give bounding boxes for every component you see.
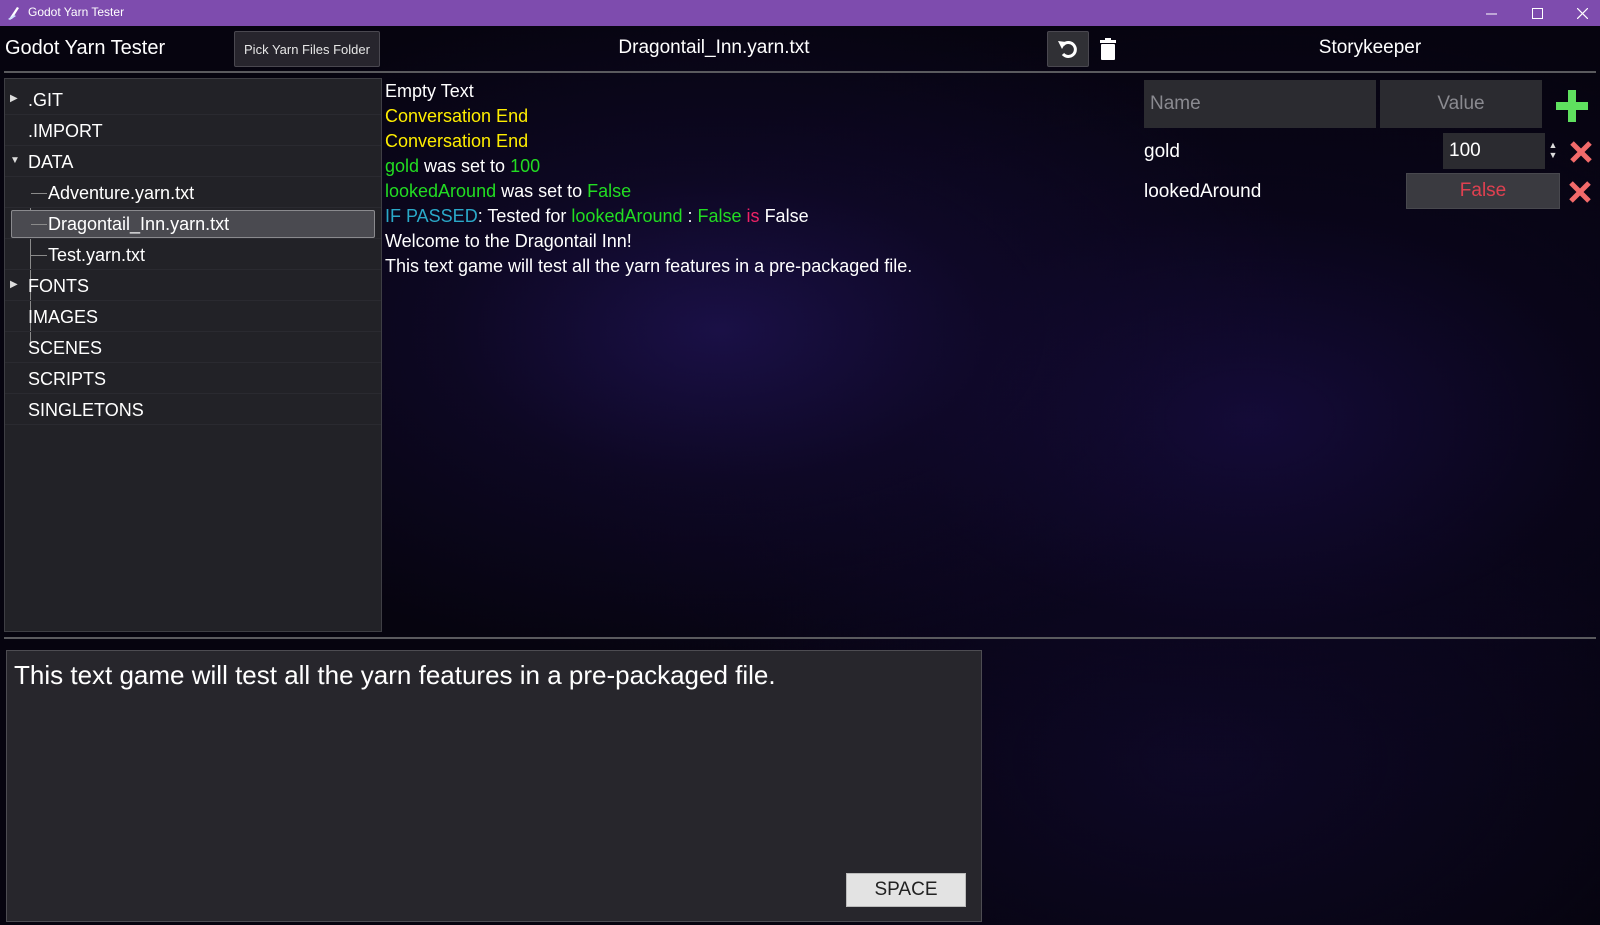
minimize-button[interactable] (1468, 0, 1514, 26)
dialogue-divider (4, 637, 1596, 639)
variable-name: lookedAround (1144, 181, 1262, 202)
tree-item-git[interactable]: ▶ .GIT (5, 84, 381, 115)
tree-connector-line (31, 193, 47, 194)
variable-bool-toggle[interactable]: False (1406, 173, 1560, 209)
log-line: Conversation End (385, 131, 529, 151)
tree-item-label: SCENES (28, 338, 103, 358)
tree-item-label: IMAGES (28, 307, 99, 327)
log-line: Conversation End (385, 106, 529, 126)
tree-item-label: DATA (28, 152, 74, 172)
file-tree[interactable]: ▶ .GIT .IMPORT ▼ DATA Adventure.yarn.txt… (4, 78, 382, 632)
variable-name: gold (1144, 141, 1180, 162)
undo-icon (1058, 41, 1077, 58)
tree-item-label: .GIT (28, 90, 63, 110)
expanded-arrow-icon[interactable]: ▼ (10, 155, 20, 166)
log-variable: lookedAround (571, 206, 683, 226)
log-text: : (682, 206, 698, 226)
log-line: Empty Text (385, 81, 474, 101)
tree-item-scenes[interactable]: SCENES (5, 332, 381, 363)
variable-number-field[interactable]: 100 (1443, 133, 1545, 169)
log-line: This text game will test all the yarn fe… (385, 256, 913, 276)
log-value: False (587, 181, 632, 201)
log-value: False (697, 206, 742, 226)
log-line: Welcome to the Dragontail Inn! (385, 231, 632, 251)
tree-item-data[interactable]: ▼ DATA (5, 146, 381, 177)
log-text: False (764, 206, 809, 226)
restart-button[interactable] (1047, 31, 1089, 67)
tree-item-singletons[interactable]: SINGLETONS (5, 394, 381, 425)
collapsed-arrow-icon[interactable]: ▶ (10, 93, 20, 104)
minimize-icon (1485, 13, 1497, 14)
tree-item-label: SCRIPTS (28, 369, 107, 389)
variable-value-input[interactable] (1380, 80, 1542, 128)
log-text: : Tested for (477, 206, 572, 226)
window-title: Godot Yarn Tester (28, 5, 125, 19)
tree-item-adventure[interactable]: Adventure.yarn.txt (5, 177, 381, 208)
log-variable: lookedAround (385, 181, 497, 201)
tree-item-label: Dragontail_Inn.yarn.txt (48, 214, 230, 234)
log-line: IF PASSED: Tested for lookedAround : Fal… (385, 204, 1105, 229)
godot-app-icon (8, 7, 19, 20)
window-titlebar[interactable]: Godot Yarn Tester (0, 0, 1600, 26)
tree-item-label: SINGLETONS (28, 400, 144, 420)
add-variable-icon[interactable] (1555, 89, 1589, 123)
pick-folder-button[interactable]: Pick Yarn Files Folder (234, 31, 380, 67)
log-operator: is (741, 206, 765, 226)
delete-variable-icon[interactable] (1569, 140, 1593, 164)
log-line: gold was set to 100 (385, 154, 1105, 179)
story-log: Empty Text Conversation End Conversation… (385, 79, 1105, 279)
tree-item-label: .IMPORT (28, 121, 103, 141)
spinner-arrows-icon[interactable]: ▲ ▼ (1548, 140, 1558, 162)
log-text: was set to (419, 156, 511, 176)
tree-connector-line (31, 224, 47, 225)
variable-name-input[interactable] (1144, 80, 1376, 128)
current-file-title: Dragontail_Inn.yarn.txt (618, 37, 810, 58)
toolbar-divider (4, 71, 1596, 73)
log-tag: IF PASSED (385, 206, 478, 226)
close-window-button[interactable] (1559, 0, 1600, 26)
storykeeper-title: Storykeeper (1318, 37, 1422, 58)
maximize-button[interactable] (1514, 0, 1560, 26)
log-value: 100 (510, 156, 541, 176)
clear-log-button[interactable] (1098, 36, 1118, 62)
tree-connector-line (31, 255, 47, 256)
delete-variable-icon[interactable] (1568, 180, 1592, 204)
tree-item-test[interactable]: Test.yarn.txt (5, 239, 381, 270)
tree-item-label: Test.yarn.txt (48, 245, 146, 265)
app-title: Godot Yarn Tester (5, 37, 166, 59)
collapsed-arrow-icon[interactable]: ▶ (10, 279, 20, 290)
log-variable: gold (385, 156, 420, 176)
tree-item-label: Adventure.yarn.txt (48, 183, 195, 203)
close-icon (1576, 7, 1588, 19)
tree-item-import[interactable]: .IMPORT (5, 115, 381, 146)
tree-item-images[interactable]: IMAGES (5, 301, 381, 332)
log-line: lookedAround was set to False (385, 179, 1105, 204)
maximize-icon (1531, 7, 1543, 19)
log-text: was set to (496, 181, 588, 201)
continue-button[interactable]: SPACE (846, 873, 966, 907)
dialogue-text: This text game will test all the yarn fe… (14, 660, 776, 690)
tree-item-dragontail[interactable]: Dragontail_Inn.yarn.txt (5, 208, 381, 239)
tree-item-scripts[interactable]: SCRIPTS (5, 363, 381, 394)
trash-icon (1100, 38, 1116, 60)
tree-item-fonts[interactable]: ▶ FONTS (5, 270, 381, 301)
tree-item-label: FONTS (28, 276, 89, 296)
